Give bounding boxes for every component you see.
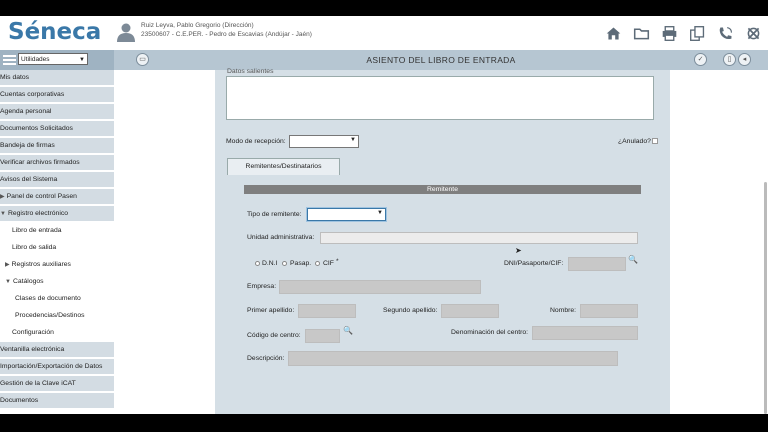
- sidebar-item-bandeja-firmas[interactable]: Bandeja de firmas: [0, 138, 114, 154]
- anulado-label: ¿Anulado?: [618, 138, 651, 145]
- anulado-checkbox[interactable]: [652, 138, 658, 144]
- back-arrow-icon[interactable]: ◂: [738, 53, 751, 66]
- sidebar-item-panel-pasen[interactable]: ▶ Panel de control Pasen: [0, 189, 114, 205]
- radio-cif[interactable]: [315, 261, 320, 266]
- close-icon[interactable]: [744, 24, 762, 42]
- caret-down-icon: ▼: [5, 279, 11, 285]
- printer-icon[interactable]: [660, 24, 678, 42]
- chevron-down-icon: ▼: [350, 137, 356, 143]
- required-asterisk: *: [336, 258, 339, 265]
- primer-apellido-input[interactable]: [298, 304, 356, 318]
- modo-recepcion-select[interactable]: ▼: [289, 135, 359, 148]
- folder-icon[interactable]: [632, 24, 650, 42]
- sidebar-item-documentos-solicitados[interactable]: Documentos Solicitados: [0, 121, 114, 137]
- denominacion-centro-label: Denominación del centro:: [451, 329, 529, 336]
- nombre-input[interactable]: [580, 304, 638, 318]
- sidebar-item-agenda[interactable]: Agenda personal: [0, 104, 114, 120]
- codigo-centro-input[interactable]: [305, 329, 340, 343]
- module-selector[interactable]: Utilidades ▼: [18, 53, 88, 65]
- right-margin: [670, 70, 768, 414]
- descripcion-label: Descripción:: [247, 355, 285, 362]
- radio-pasaporte-label: Pasap.: [290, 260, 312, 267]
- sidebar-item-avisos[interactable]: Avisos del Sistema: [0, 172, 114, 188]
- top-header: Séneca Ruiz Leyva, Pablo Gregorio (Direc…: [0, 16, 768, 50]
- seneca-app: Séneca Ruiz Leyva, Pablo Gregorio (Direc…: [0, 16, 768, 414]
- search-icon[interactable]: 🔍: [628, 255, 638, 264]
- empresa-label: Empresa:: [247, 283, 277, 290]
- unidad-administrativa-label: Unidad administrativa:: [247, 234, 315, 241]
- tab-remitentes-destinatarios[interactable]: Remitentes/Destinatarios: [227, 158, 340, 175]
- sidebar-item-catalogos[interactable]: ▼ Catálogos: [0, 274, 114, 290]
- main-content: Datos salientes Modo de recepción: ▼ ¿An…: [114, 68, 768, 414]
- caret-right-icon: ▶: [0, 194, 5, 200]
- tipo-remitente-label: Tipo de remitente:: [247, 211, 302, 218]
- chevron-down-icon: ▼: [79, 57, 85, 63]
- sidebar-item-mis-datos[interactable]: Mis datos: [0, 70, 114, 86]
- segundo-apellido-input[interactable]: [441, 304, 499, 318]
- radio-cif-label: CIF: [323, 260, 334, 267]
- vertical-scrollbar[interactable]: [764, 182, 767, 414]
- observaciones-label-partial: Datos salientes: [227, 68, 274, 75]
- radio-dni-label: D.N.I: [262, 260, 278, 267]
- codigo-centro-label: Código de centro:: [247, 332, 301, 339]
- chevron-down-icon: ▼: [377, 210, 383, 216]
- document-icon[interactable]: ▯: [723, 53, 736, 66]
- radio-pasaporte[interactable]: [282, 261, 287, 266]
- content-title-bar: ▭ ASIENTO DEL LIBRO DE ENTRADA ✓ ▯ ◂: [114, 50, 768, 70]
- header-icons: [604, 24, 762, 42]
- descripcion-input[interactable]: [288, 351, 618, 366]
- dni-input[interactable]: [568, 257, 626, 271]
- caret-right-icon: ▶: [5, 262, 10, 268]
- sidebar-item-clave-icat[interactable]: Gestión de la Clave iCAT: [0, 376, 114, 392]
- sidebar-item-cuentas[interactable]: Cuentas corporativas: [0, 87, 114, 103]
- sidebar-item-verificar[interactable]: Verificar archivos firmados: [0, 155, 114, 171]
- module-selector-value: Utilidades: [21, 56, 50, 63]
- mouse-pointer-icon: ➤: [515, 246, 522, 255]
- sidebar-item-libro-salida[interactable]: Libro de salida: [0, 240, 114, 256]
- seneca-logo[interactable]: Séneca: [8, 19, 101, 45]
- sidebar-item-libro-entrada[interactable]: Libro de entrada: [0, 223, 114, 239]
- sidebar: Mis datos Cuentas corporativas Agenda pe…: [0, 70, 114, 414]
- unidad-administrativa-input[interactable]: [320, 232, 638, 244]
- toolbar: Utilidades ▼ ▭ ASIENTO DEL LIBRO DE ENTR…: [0, 50, 768, 70]
- denominacion-centro-input[interactable]: [532, 326, 638, 340]
- tipo-remitente-select[interactable]: ▼: [307, 208, 386, 221]
- sidebar-item-configuracion[interactable]: Configuración: [0, 325, 114, 341]
- user-avatar-icon: [116, 22, 136, 42]
- sidebar-item-ventanilla[interactable]: Ventanilla electrónica: [0, 342, 114, 358]
- page-title: ASIENTO DEL LIBRO DE ENTRADA: [366, 55, 516, 65]
- user-name: Ruiz Leyva, Pablo Gregorio (Dirección): [141, 22, 254, 29]
- phone-icon[interactable]: [716, 24, 734, 42]
- remitente-section-header: Remitente: [244, 185, 641, 194]
- empresa-input[interactable]: [279, 280, 481, 294]
- observaciones-textarea[interactable]: [226, 76, 654, 120]
- sidebar-item-registros-auxiliares[interactable]: ▶ Registros auxiliares: [0, 257, 114, 273]
- sidebar-item-registro-electronico[interactable]: ▼ Registro electrónico: [0, 206, 114, 222]
- nombre-label: Nombre:: [550, 307, 577, 314]
- windows-icon[interactable]: [688, 24, 706, 42]
- accept-check-icon[interactable]: ✓: [694, 53, 707, 66]
- user-center: 23500607 - C.E.PER. - Pedro de Escavias …: [141, 31, 312, 38]
- sidebar-item-documentos[interactable]: Documentos: [0, 393, 114, 409]
- sidebar-item-procedencias[interactable]: Procedencias/Destinos: [0, 308, 114, 324]
- segundo-apellido-label: Segundo apellido:: [383, 307, 438, 314]
- home-icon[interactable]: [604, 24, 622, 42]
- radio-dni[interactable]: [255, 261, 260, 266]
- primer-apellido-label: Primer apellido:: [247, 307, 295, 314]
- caret-down-icon: ▼: [0, 211, 6, 217]
- search-icon[interactable]: 🔍: [343, 326, 353, 335]
- hamburger-menu-icon[interactable]: [3, 53, 16, 66]
- sidebar-item-clases-documento[interactable]: Clases de documento: [0, 291, 114, 307]
- modo-recepcion-label: Modo de recepción:: [226, 138, 286, 145]
- dni-label: DNI/Pasaporte/CIF:: [504, 260, 564, 267]
- sidebar-item-importacion[interactable]: Importación/Exportación de Datos: [0, 359, 114, 375]
